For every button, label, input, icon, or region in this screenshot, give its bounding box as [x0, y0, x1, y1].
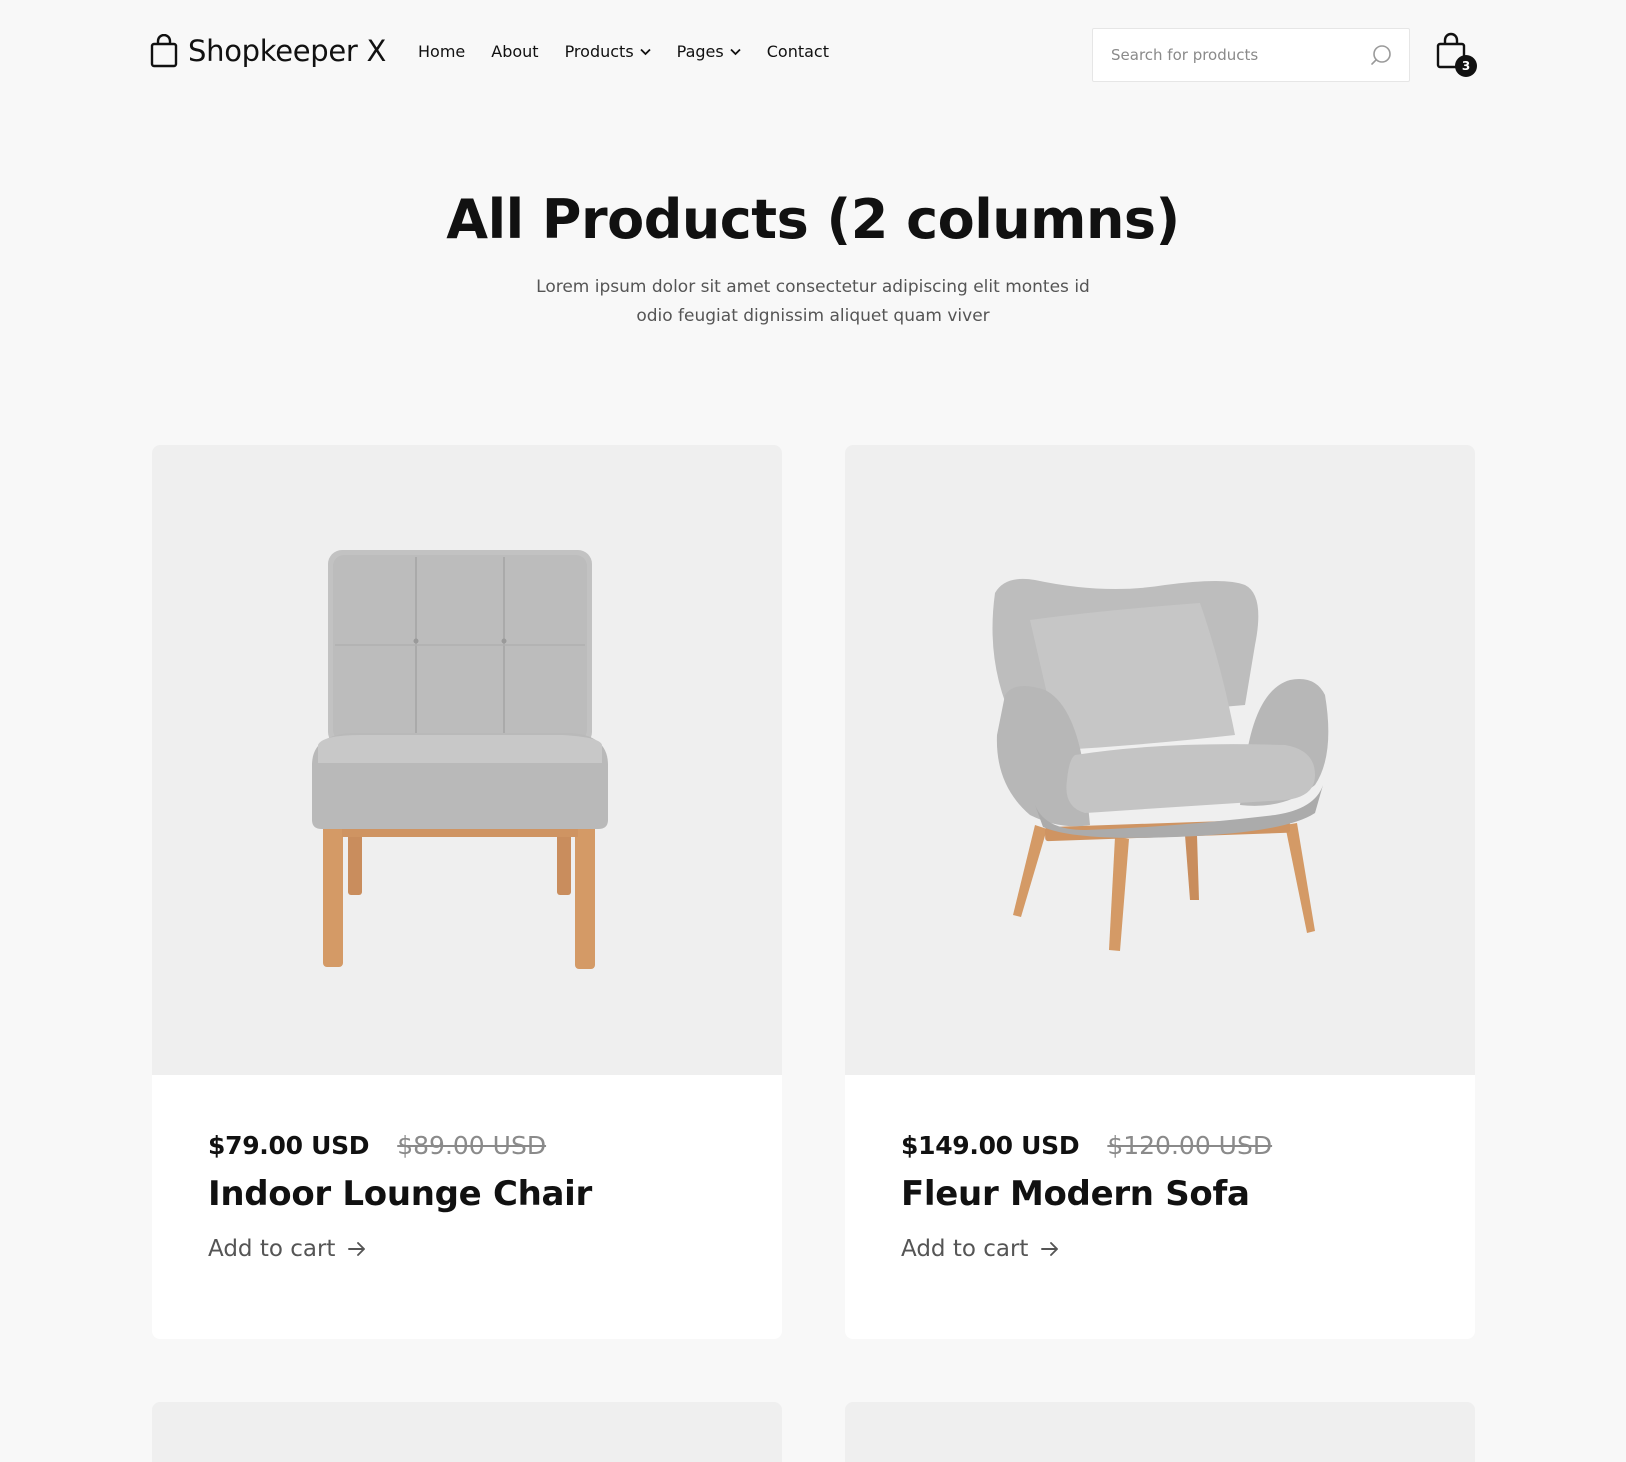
product-card-peek[interactable]: [845, 1402, 1475, 1462]
nav-about-label: About: [491, 42, 539, 61]
price-row: $149.00 USD $120.00 USD: [901, 1131, 1419, 1160]
shopping-bag-icon: [150, 34, 178, 68]
brand-name: Shopkeeper X: [188, 34, 387, 68]
product-details: $79.00 USD $89.00 USD Indoor Lounge Chai…: [152, 1075, 782, 1339]
armchair-image: [992, 578, 1329, 951]
brand-logo[interactable]: Shopkeeper X: [150, 34, 386, 68]
product-price: $79.00 USD: [208, 1131, 370, 1160]
product-card[interactable]: $149.00 USD $120.00 USD Fleur Modern Sof…: [845, 445, 1475, 1339]
nav-pages-label: Pages: [676, 42, 724, 61]
cart-button[interactable]: 3: [1435, 32, 1479, 77]
nav-contact[interactable]: Contact: [767, 42, 829, 61]
product-details: $149.00 USD $120.00 USD Fleur Modern Sof…: [845, 1075, 1475, 1339]
page-subtitle: Lorem ipsum dolor sit amet consectetur a…: [536, 277, 1090, 326]
nav-about[interactable]: About: [491, 42, 538, 61]
product-card-peek[interactable]: [152, 1402, 782, 1462]
chevron-down-icon: [730, 48, 741, 55]
chevron-down-icon: [640, 48, 651, 55]
nav-pages[interactable]: Pages: [677, 42, 741, 61]
product-name[interactable]: Fleur Modern Sofa: [901, 1174, 1419, 1214]
main-nav: Home About Products Pages Contact: [418, 42, 829, 61]
search-icon[interactable]: [1369, 43, 1393, 67]
nav-products-label: Products: [564, 42, 634, 61]
add-to-cart-link[interactable]: Add to cart: [208, 1236, 367, 1262]
product-price: $149.00 USD: [901, 1131, 1080, 1160]
nav-home-label: Home: [418, 42, 466, 61]
add-to-cart-link[interactable]: Add to cart: [901, 1236, 1060, 1262]
cart-count-badge: 3: [1455, 55, 1477, 77]
search-box: [1092, 28, 1410, 82]
price-row: $79.00 USD $89.00 USD: [208, 1131, 726, 1160]
nav-contact-label: Contact: [766, 42, 829, 61]
product-old-price: $89.00 USD: [397, 1131, 547, 1160]
site-header: Shopkeeper X Home About Products Pages C…: [0, 0, 1626, 110]
page-hero: All Products (2 columns) Lorem ipsum dol…: [0, 188, 1626, 331]
lounge-chair-image: [312, 550, 608, 969]
search-input[interactable]: [1109, 45, 1369, 65]
arrow-right-icon: [348, 1242, 366, 1256]
product-card[interactable]: $79.00 USD $89.00 USD Indoor Lounge Chai…: [152, 445, 782, 1339]
nav-home[interactable]: Home: [418, 42, 465, 61]
add-to-cart-label: Add to cart: [901, 1236, 1029, 1262]
product-name[interactable]: Indoor Lounge Chair: [208, 1174, 726, 1214]
add-to-cart-label: Add to cart: [208, 1236, 336, 1262]
product-image[interactable]: [845, 445, 1475, 1075]
nav-products[interactable]: Products: [565, 42, 651, 61]
arrow-right-icon: [1041, 1242, 1059, 1256]
product-image[interactable]: [152, 445, 782, 1075]
product-old-price: $120.00 USD: [1107, 1131, 1273, 1160]
page-title: All Products (2 columns): [446, 188, 1180, 251]
